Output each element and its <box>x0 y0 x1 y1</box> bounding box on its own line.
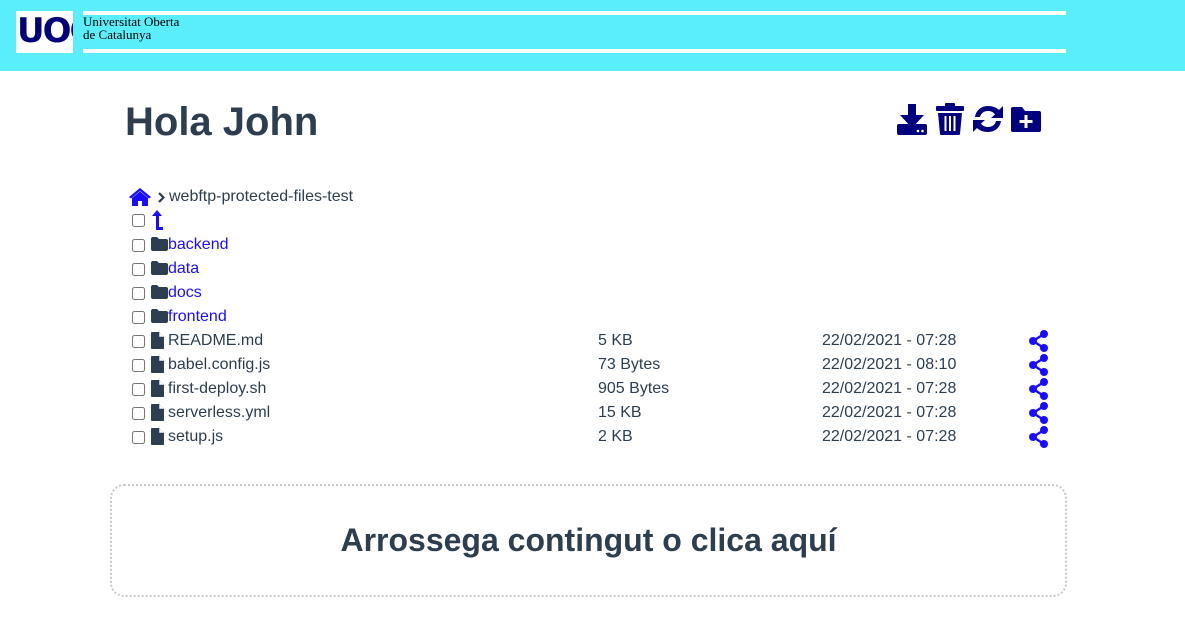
file-size: 2 KB <box>598 428 633 445</box>
share-icon <box>1029 426 1048 448</box>
parent-dir-button[interactable] <box>150 209 164 231</box>
file-size: 15 KB <box>598 404 642 421</box>
row-checkbox[interactable] <box>132 335 145 348</box>
file-date: 22/02/2021 - 08:10 <box>822 356 957 373</box>
list-item-folder: data <box>130 257 1060 281</box>
share-button[interactable] <box>1028 402 1050 424</box>
breadcrumb-home[interactable] <box>128 187 152 207</box>
file-name: serverless.yml <box>168 404 271 421</box>
folder-icon <box>151 261 168 275</box>
file-size: 73 Bytes <box>598 356 661 373</box>
file-name: first-deploy.sh <box>168 380 267 397</box>
folder-plus-icon <box>1011 107 1041 132</box>
file-icon <box>151 356 164 373</box>
list-item-folder: backend <box>130 233 1060 257</box>
folder-icon <box>151 237 168 251</box>
share-icon <box>1029 378 1048 400</box>
file-size: 5 KB <box>598 332 633 349</box>
trash-icon <box>936 103 964 135</box>
row-checkbox[interactable] <box>132 311 145 324</box>
uoc-logo: UOC <box>16 11 73 53</box>
refresh-icon <box>973 106 1003 132</box>
top-header: UOC Universitat Oberta de Catalunya <box>0 0 1185 71</box>
list-item-file: babel.config.js 73 Bytes 22/02/2021 - 08… <box>130 353 1060 377</box>
chevron-right-icon <box>158 191 165 203</box>
folder-link[interactable]: frontend <box>168 307 227 327</box>
share-icon <box>1029 402 1048 424</box>
refresh-button[interactable] <box>971 102 1005 136</box>
folder-icon <box>151 309 168 323</box>
brand-line-2: de Catalunya <box>83 27 152 42</box>
folder-link[interactable]: backend <box>168 235 229 255</box>
share-button[interactable] <box>1028 378 1050 400</box>
new-folder-button[interactable] <box>1009 102 1043 136</box>
list-item-file: setup.js 2 KB 22/02/2021 - 07:28 <box>130 425 1060 449</box>
folder-icon <box>151 285 168 299</box>
file-date: 22/02/2021 - 07:28 <box>822 404 957 421</box>
row-checkbox[interactable] <box>132 263 145 276</box>
share-icon <box>1029 330 1048 352</box>
breadcrumb-separator <box>158 191 165 203</box>
row-checkbox[interactable] <box>132 383 145 396</box>
folder-link[interactable]: data <box>168 259 199 279</box>
file-name: babel.config.js <box>168 356 271 373</box>
row-checkbox[interactable] <box>132 431 145 444</box>
header-divider-top <box>83 11 1066 15</box>
file-icon <box>151 404 164 421</box>
download-icon <box>897 104 927 135</box>
list-item-parent-dir <box>130 208 1060 232</box>
brand-name: Universitat Oberta de Catalunya <box>83 15 179 41</box>
home-icon <box>129 188 151 206</box>
file-name: setup.js <box>168 428 224 445</box>
file-icon <box>151 428 164 445</box>
file-name: README.md <box>168 332 264 349</box>
share-button[interactable] <box>1028 354 1050 376</box>
row-checkbox[interactable] <box>132 359 145 372</box>
list-item-folder: docs <box>130 281 1060 305</box>
header-divider-bottom <box>83 49 1066 53</box>
download-button[interactable] <box>895 102 929 136</box>
list-item-file: first-deploy.sh 905 Bytes 22/02/2021 - 0… <box>130 377 1060 401</box>
file-icon <box>151 380 164 397</box>
row-checkbox[interactable] <box>132 287 145 300</box>
list-item-folder: frontend <box>130 305 1060 329</box>
logo-text: UOC <box>17 11 73 51</box>
list-item-file: README.md 5 KB 22/02/2021 - 07:28 <box>130 329 1060 353</box>
upload-dropzone[interactable]: Arrossega contingut o clica aquí <box>110 484 1067 597</box>
page-title: Hola John <box>125 100 319 144</box>
row-checkbox[interactable] <box>132 214 145 227</box>
breadcrumb-current-folder: webftp-protected-files-test <box>169 188 354 205</box>
breadcrumb: webftp-protected-files-test <box>128 186 353 208</box>
row-checkbox[interactable] <box>132 239 145 252</box>
level-up-icon <box>152 210 163 230</box>
file-icon <box>151 332 164 349</box>
folder-link[interactable]: docs <box>168 283 202 303</box>
share-button[interactable] <box>1028 426 1050 448</box>
dropzone-label: Arrossega contingut o clica aquí <box>340 522 837 558</box>
file-date: 22/02/2021 - 07:28 <box>822 332 957 349</box>
file-date: 22/02/2021 - 07:28 <box>822 380 957 397</box>
list-item-file: serverless.yml 15 KB 22/02/2021 - 07:28 <box>130 401 1060 425</box>
delete-button[interactable] <box>933 102 967 136</box>
share-icon <box>1029 354 1048 376</box>
row-checkbox[interactable] <box>132 407 145 420</box>
file-size: 905 Bytes <box>598 380 670 397</box>
file-toolbar <box>895 102 1043 136</box>
share-button[interactable] <box>1028 330 1050 352</box>
file-date: 22/02/2021 - 07:28 <box>822 428 957 445</box>
